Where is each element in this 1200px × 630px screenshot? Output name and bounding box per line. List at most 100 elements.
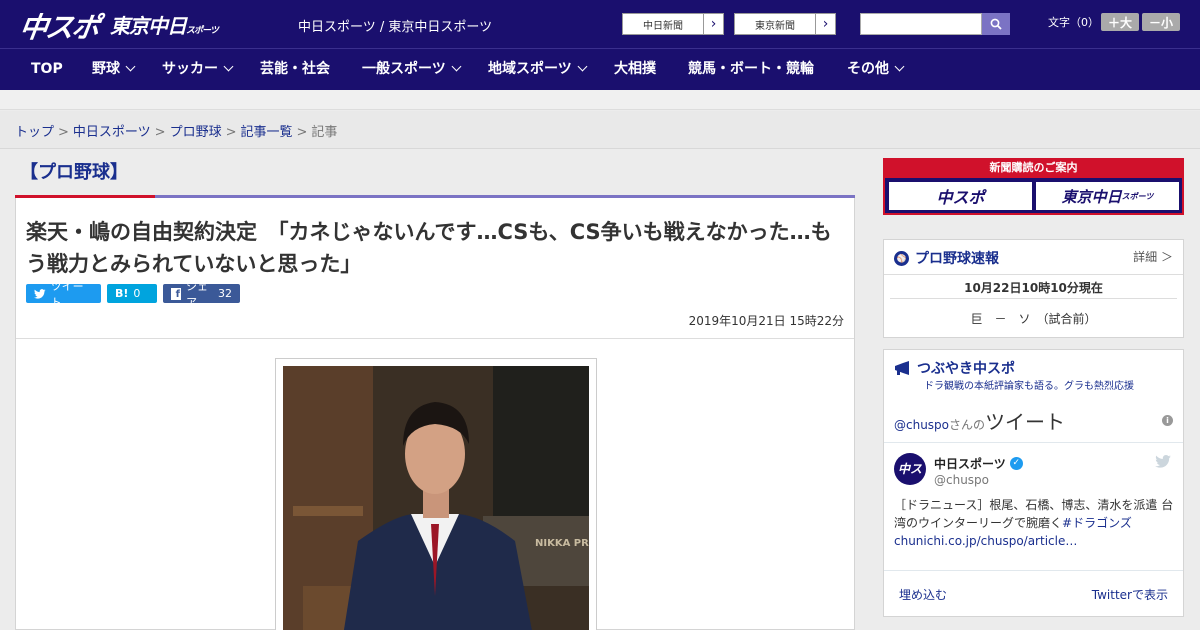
twitter-bird-icon [34, 288, 46, 299]
info-icon[interactable]: i [1162, 415, 1173, 426]
chevron-right-icon: › [703, 14, 723, 34]
site-header: 中スポ 東京中日スポーツ 中日スポーツ / 東京中日スポーツ 中日新聞 › 東京… [0, 0, 1200, 48]
twitter-bird-icon[interactable] [1155, 455, 1171, 468]
chevron-down-icon [223, 61, 234, 72]
tweets-divider [884, 442, 1183, 443]
baseball-icon: ⚾ [894, 250, 909, 266]
nav-item-label: 野球 [92, 61, 120, 77]
nav-item-general-sports[interactable]: 一般スポーツ [362, 49, 462, 91]
tweets-subtitle: ドラ観戦の本紙評論家も語る。グラも熱烈応援 [924, 381, 1134, 392]
scores-title: プロ野球速報 [915, 251, 999, 267]
scores-timestamp: 10月22日10時10分現在 [964, 281, 1103, 295]
article-photo[interactable]: NIKKA PRESTIGE [275, 358, 597, 630]
nav-item-entertainment[interactable]: 芸能・社会 [260, 49, 330, 91]
search-input[interactable] [860, 13, 982, 35]
chevron-down-icon [577, 61, 588, 72]
breadcrumb-separator: > [58, 125, 69, 140]
tweets-header: つぶやき中スポ [894, 358, 1015, 378]
hatena-label: B! [115, 287, 129, 300]
article-date: 2019年10月21日 15時22分 [688, 314, 844, 328]
tweet-hashtag[interactable]: #ドラゴンズ [1062, 516, 1132, 530]
font-smaller-button[interactable]: －小 [1142, 13, 1180, 31]
breadcrumb-pro-baseball[interactable]: プロ野球 [170, 125, 222, 140]
verified-badge-icon: ✓ [1009, 457, 1023, 470]
tweet-button[interactable]: ツイート [26, 280, 101, 309]
subscription-tokyo-chunichi-sub: スポーツ [1121, 191, 1154, 201]
font-size-label: 文字（0） [1048, 16, 1099, 29]
breadcrumb-chunichi-sports[interactable]: 中日スポーツ [73, 125, 151, 140]
tweets-handle-line: @chuspoさんのツイート [894, 406, 1065, 435]
tweets-handle-suffix: ツイート [985, 410, 1066, 434]
megaphone-icon [895, 360, 909, 375]
tweets-title: つぶやき中スポ [917, 361, 1015, 377]
article-card: 楽天・嶋の自由契約決定 「カネじゃないんです…CSも、CS争いも戦えなかった…も… [15, 198, 855, 630]
tweet-label: ツイート [50, 279, 84, 309]
facebook-icon: f [171, 287, 181, 300]
view-on-twitter-link[interactable]: Twitterで表示 [1092, 586, 1168, 603]
tweets-panel: つぶやき中スポ ドラ観戦の本紙評論家も語る。グラも熱烈応援 @chuspoさんの… [883, 349, 1184, 617]
tokyo-chunichi-logo-sub: スポーツ [186, 26, 219, 36]
subscription-tokyo-chunichi-logo[interactable]: 東京中日 スポーツ [1036, 182, 1179, 210]
search-icon [990, 18, 1002, 30]
scores-game-row[interactable]: 巨 － ソ （試合前） [884, 310, 1183, 327]
font-larger-button[interactable]: ＋大 [1101, 13, 1139, 31]
embed-link[interactable]: 埋め込む [899, 586, 947, 603]
chevron-down-icon [125, 61, 136, 72]
player-photo-illustration: NIKKA PRESTIGE [283, 366, 589, 630]
breadcrumb: トップ > 中日スポーツ > プロ野球 > 記事一覧 > 記事 [0, 111, 1200, 149]
subscription-chuspo-logo[interactable]: 中スポ [889, 182, 1032, 210]
tweet-account[interactable]: 中日スポーツ ✓ [934, 455, 1023, 472]
main-nav: TOP 野球 サッカー 芸能・社会 一般スポーツ 地域スポーツ 大相撲 競馬・ボ… [0, 48, 1200, 90]
nav-item-label: 一般スポーツ [362, 61, 446, 77]
subscription-title: 新聞購読のご案内 [885, 158, 1182, 178]
scores-divider [890, 298, 1177, 299]
tweet-link[interactable]: chunichi.co.jp/chuspo/article… [894, 534, 1077, 548]
nav-item-baseball[interactable]: 野球 [92, 49, 136, 91]
nav-item-label: サッカー [162, 61, 218, 77]
nav-item-regional-sports[interactable]: 地域スポーツ [488, 49, 588, 91]
tweets-footer-divider [884, 570, 1183, 571]
share-buttons: ツイート B! 0 f シェア 32 [26, 280, 240, 309]
tweets-handle[interactable]: @chuspo [894, 418, 949, 432]
nav-item-sumo[interactable]: 大相撲 [614, 49, 656, 91]
subscription-banner[interactable]: 新聞購読のご案内 中スポ 東京中日 スポーツ [883, 158, 1184, 215]
nav-item-other[interactable]: その他 [847, 49, 905, 91]
tokyo-chunichi-logo[interactable]: 東京中日スポーツ [110, 10, 219, 39]
tweet-account-handle[interactable]: @chuspo [934, 473, 989, 487]
nav-item-label: 競馬・ボート・競輪 [688, 61, 814, 77]
tokyo-shimbun-button[interactable]: 東京新聞 › [734, 13, 836, 35]
scores-detail-link[interactable]: 詳細 ＞ [1133, 248, 1173, 265]
nav-item-top[interactable]: TOP [31, 49, 63, 91]
baseball-scores-panel: ⚾ プロ野球速報 詳細 ＞ 10月22日10時10分現在 巨 － ソ （試合前） [883, 239, 1184, 338]
photo-sign-text: NIKKA PRESTIGE [535, 538, 589, 549]
scores-divider [884, 274, 1183, 275]
subscription-tokyo-chunichi-text: 東京中日 [1061, 187, 1122, 206]
chevron-right-icon: › [815, 14, 835, 34]
nav-item-label: 地域スポーツ [488, 61, 572, 77]
breadcrumb-separator: > [296, 125, 308, 140]
chuspo-logo[interactable]: 中スポ [17, 6, 101, 46]
site-links[interactable]: 中日スポーツ / 東京中日スポーツ [298, 16, 492, 35]
nav-item-label: その他 [847, 61, 889, 77]
tokyo-shimbun-label: 東京新聞 [755, 20, 795, 32]
facebook-share-count: 32 [218, 287, 232, 300]
article-category: 【プロ野球】 [20, 162, 128, 183]
chevron-down-icon [894, 61, 905, 72]
hatena-bookmark-button[interactable]: B! 0 [107, 284, 157, 303]
nav-item-soccer[interactable]: サッカー [162, 49, 234, 91]
chuspo-avatar[interactable]: 中ス [894, 453, 926, 485]
nav-item-racing[interactable]: 競馬・ボート・競輪 [688, 49, 814, 91]
breadcrumb-top[interactable]: トップ [15, 125, 54, 140]
tweet-account-name: 中日スポーツ [934, 457, 1006, 471]
breadcrumb-article-list[interactable]: 記事一覧 [241, 125, 293, 140]
chunichi-shimbun-label: 中日新聞 [643, 20, 683, 32]
facebook-share-button[interactable]: f シェア 32 [163, 280, 240, 309]
tokyo-chunichi-logo-text: 東京中日 [110, 14, 187, 38]
player-photo-image: NIKKA PRESTIGE [283, 366, 589, 630]
chunichi-shimbun-button[interactable]: 中日新聞 › [622, 13, 724, 35]
tweets-handle-mid: さんの [949, 418, 986, 432]
hatena-count: 0 [133, 287, 141, 300]
scores-header: ⚾ プロ野球速報 [894, 248, 999, 268]
article-headline: 楽天・嶋の自由契約決定 「カネじゃないんです…CSも、CS争いも戦えなかった…も… [26, 220, 832, 276]
search-button[interactable] [982, 13, 1010, 35]
